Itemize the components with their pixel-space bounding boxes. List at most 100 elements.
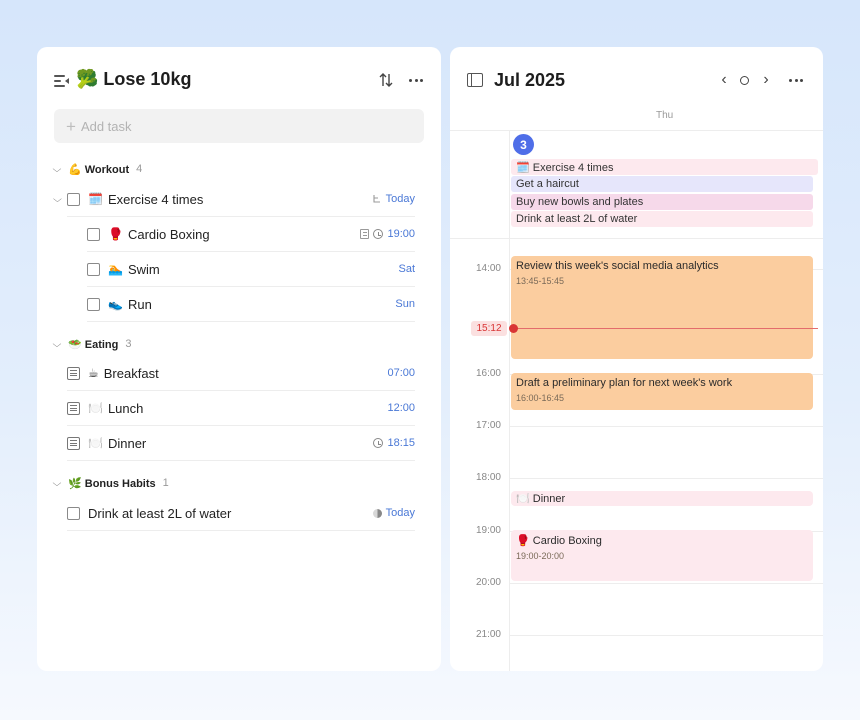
task-label: Drink at least 2L of water bbox=[88, 505, 232, 521]
time-label: 16:00 bbox=[475, 368, 501, 379]
calendar-emoji-icon: 🗓️ bbox=[88, 192, 103, 206]
task-due-time: 12:00 bbox=[387, 402, 415, 414]
task-row-dinner[interactable]: 🍽️ Dinner 18:15 bbox=[67, 426, 415, 461]
weekday-label: Thu bbox=[656, 110, 674, 121]
section-workout[interactable]: ⌵ 💪 Workout 4 bbox=[53, 159, 143, 179]
add-task-input[interactable]: + Add task bbox=[54, 109, 424, 143]
task-meta[interactable]: 12:00 bbox=[387, 402, 415, 414]
plus-icon: + bbox=[66, 116, 76, 136]
task-label: Swim bbox=[127, 261, 160, 277]
all-day-event-label: Get a haircut bbox=[516, 178, 579, 190]
all-day-event[interactable]: 🗓️ Exercise 4 times bbox=[511, 159, 818, 175]
calendar-panel: Jul 2025 ‹ › Thu 3 🗓️ Exercise 4 times G… bbox=[450, 47, 823, 671]
task-checkbox[interactable] bbox=[87, 262, 100, 276]
plate-emoji-icon: 🍽️ bbox=[88, 401, 103, 415]
chevron-down-icon[interactable]: ⌵ bbox=[53, 194, 62, 205]
task-meta[interactable]: Today bbox=[372, 193, 415, 205]
task-checkbox[interactable] bbox=[87, 297, 100, 311]
section-eating[interactable]: ⌵ 🥗 Eating 3 bbox=[53, 334, 132, 354]
coffee-emoji-icon: ☕ bbox=[88, 366, 99, 380]
previous-day-button[interactable]: ‹ bbox=[717, 72, 731, 88]
task-label: Exercise 4 times bbox=[107, 191, 204, 207]
task-meta[interactable]: 19:00 bbox=[360, 228, 415, 240]
all-day-event[interactable]: Get a haircut bbox=[511, 176, 813, 192]
all-day-event-label: Buy new bowls and plates bbox=[516, 196, 644, 208]
hour-line bbox=[509, 583, 823, 584]
time-label: 20:00 bbox=[475, 577, 501, 588]
task-label: Run bbox=[127, 296, 152, 312]
current-time-label: 15:12 bbox=[471, 321, 507, 336]
section-count: 3 bbox=[125, 338, 132, 350]
boxing-glove-emoji-icon: 🥊 bbox=[108, 227, 123, 241]
section-count: 4 bbox=[136, 163, 143, 175]
date-badge[interactable]: 3 bbox=[513, 134, 534, 155]
task-due-date: Today bbox=[385, 193, 415, 205]
task-row-swim[interactable]: 🏊 Swim Sat bbox=[87, 252, 415, 287]
all-day-event-label: 🗓️ Exercise 4 times bbox=[516, 161, 614, 174]
plate-emoji-icon: 🍽️ bbox=[88, 436, 103, 450]
section-label: 🌿 Bonus Habits bbox=[68, 477, 156, 490]
calendar-month-title: Jul 2025 bbox=[494, 70, 566, 90]
task-label: Dinner bbox=[107, 435, 147, 451]
more-options-icon[interactable] bbox=[787, 71, 805, 89]
time-label: 14:00 bbox=[475, 263, 501, 274]
hour-line bbox=[509, 426, 823, 427]
sidebar-toggle-icon[interactable] bbox=[467, 73, 483, 87]
task-row-breakfast[interactable]: ☕ Breakfast 07:00 bbox=[67, 356, 415, 391]
note-task-icon[interactable] bbox=[67, 436, 80, 450]
alarm-icon bbox=[373, 438, 384, 448]
task-due-time: 18:15 bbox=[387, 437, 415, 449]
task-list-panel: 🥦 Lose 10kg + Add task ⌵ 💪 Workout 4 ⌵ 🗓… bbox=[37, 47, 441, 671]
list-header: 🥦 Lose 10kg bbox=[37, 47, 441, 111]
task-row-lunch[interactable]: 🍽️ Lunch 12:00 bbox=[67, 391, 415, 426]
task-label: Lunch bbox=[107, 400, 144, 416]
habit-progress-icon bbox=[372, 508, 382, 518]
task-checkbox[interactable] bbox=[67, 506, 80, 520]
task-row-cardio-boxing[interactable]: 🥊 Cardio Boxing 19:00 bbox=[87, 217, 415, 252]
all-day-event-label: Drink at least 2L of water bbox=[516, 213, 638, 225]
task-meta[interactable]: Sun bbox=[395, 298, 415, 310]
today-button[interactable] bbox=[740, 76, 749, 85]
time-gutter-divider bbox=[509, 130, 510, 671]
hour-line bbox=[509, 478, 823, 479]
task-meta[interactable]: 07:00 bbox=[387, 367, 415, 379]
task-meta[interactable]: Today bbox=[372, 507, 415, 519]
time-label: 19:00 bbox=[475, 525, 501, 536]
collapse-menu-icon[interactable] bbox=[54, 74, 69, 88]
alarm-icon bbox=[373, 229, 384, 239]
note-task-icon[interactable] bbox=[67, 366, 80, 380]
note-icon bbox=[360, 229, 370, 239]
event-draft-plan[interactable]: Draft a preliminary plan for next week's… bbox=[511, 373, 813, 410]
task-row-drink-water[interactable]: Drink at least 2L of water Today bbox=[67, 496, 415, 531]
section-label: 🥗 Eating bbox=[68, 338, 119, 351]
hour-line bbox=[509, 635, 823, 636]
task-meta[interactable]: 18:15 bbox=[373, 437, 415, 449]
time-label: 21:00 bbox=[475, 629, 501, 640]
event-title: 🥊 Cardio Boxing bbox=[516, 535, 602, 547]
task-checkbox[interactable] bbox=[87, 227, 100, 241]
task-meta[interactable]: Sat bbox=[398, 263, 415, 275]
chevron-down-icon[interactable]: ⌵ bbox=[53, 339, 66, 350]
task-checkbox[interactable] bbox=[67, 192, 80, 206]
task-row-run[interactable]: 👟 Run Sun bbox=[87, 287, 415, 322]
current-time-line bbox=[511, 328, 818, 329]
event-cardio-boxing[interactable]: 🥊 Cardio Boxing 19:00-20:00 bbox=[511, 530, 813, 581]
more-options-icon[interactable] bbox=[407, 71, 425, 89]
note-task-icon[interactable] bbox=[67, 401, 80, 415]
all-day-event[interactable]: Buy new bowls and plates bbox=[511, 194, 813, 210]
shoe-emoji-icon: 👟 bbox=[108, 297, 123, 311]
chevron-down-icon[interactable]: ⌵ bbox=[53, 164, 66, 175]
chevron-down-icon[interactable]: ⌵ bbox=[53, 478, 66, 489]
event-dinner[interactable]: 🍽️ Dinner bbox=[511, 491, 813, 506]
section-bonus-habits[interactable]: ⌵ 🌿 Bonus Habits 1 bbox=[53, 473, 169, 493]
current-time-dot bbox=[509, 324, 518, 333]
sort-icon[interactable] bbox=[378, 71, 394, 89]
next-day-button[interactable]: › bbox=[759, 72, 773, 88]
task-row-exercise[interactable]: ⌵ 🗓️ Exercise 4 times Today bbox=[53, 182, 415, 217]
all-day-event[interactable]: Drink at least 2L of water bbox=[511, 211, 813, 227]
task-due-date: Sat bbox=[398, 263, 415, 275]
event-social-media-review[interactable]: Review this week's social media analytic… bbox=[511, 256, 813, 359]
header-divider bbox=[450, 130, 823, 131]
task-due-time: 07:00 bbox=[387, 367, 415, 379]
subtask-icon bbox=[373, 195, 380, 203]
